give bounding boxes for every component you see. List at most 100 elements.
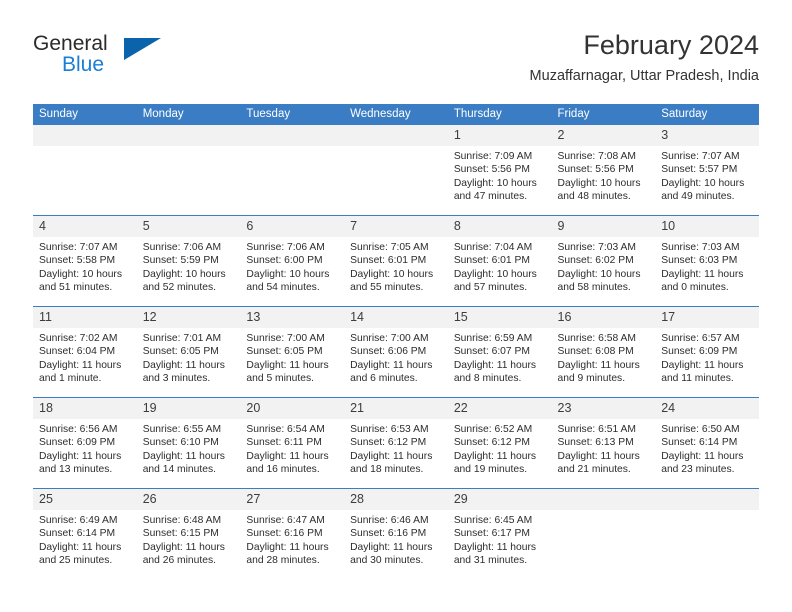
calendar-day-cell[interactable]: 8 Sunrise: 7:04 AM Sunset: 6:01 PM Daylight… — [447, 215, 552, 307]
daylight-text: Daylight: 11 hours and 16 minutes. — [246, 450, 329, 476]
day-details: Sunrise: 6:58 AM Sunset: 6:08 PM Daylight:… — [552, 328, 656, 386]
day-details: Sunrise: 6:47 AM Sunset: 6:16 PM Daylight:… — [240, 510, 344, 568]
weekday-header-row: Sunday Monday Tuesday Wednesday Thursday… — [33, 104, 759, 125]
day-details: Sunrise: 7:06 AM Sunset: 6:00 PM Daylight:… — [240, 237, 344, 295]
daylight-text: Daylight: 11 hours and 14 minutes. — [142, 450, 225, 476]
calendar-day-cell[interactable]: 1 Sunrise: 7:09 AM Sunset: 5:56 PM Daylight… — [447, 125, 552, 216]
calendar-day-cell[interactable]: 12 Sunrise: 7:01 AM Sunset: 6:05 PM Dayligh… — [136, 306, 241, 398]
calendar-day-cell-empty — [240, 125, 345, 216]
calendar-day-cell[interactable]: 29 Sunrise: 6:45 AM Sunset: 6:17 PM Dayligh… — [447, 488, 552, 579]
calendar-day-cell[interactable]: 16 Sunrise: 6:58 AM Sunset: 6:08 PM Dayligh… — [551, 306, 656, 398]
day-number: 10 — [655, 216, 759, 237]
calendar-day-cell[interactable]: 6 Sunrise: 7:06 AM Sunset: 6:00 PM Daylight… — [240, 215, 345, 307]
day-details: Sunrise: 6:53 AM Sunset: 6:12 PM Daylight:… — [344, 419, 448, 477]
sunrise-text: Sunrise: 6:57 AM — [661, 333, 740, 344]
calendar-day-cell[interactable]: 14 Sunrise: 7:00 AM Sunset: 6:06 PM Dayligh… — [344, 306, 448, 398]
sunrise-text: Sunrise: 7:03 AM — [557, 242, 636, 253]
page-title: February 2024 — [583, 30, 759, 60]
day-number: 18 — [33, 398, 137, 419]
sunset-text: Sunset: 6:12 PM — [350, 437, 427, 449]
calendar-day-cell-empty — [33, 125, 137, 216]
calendar-day-cell-empty — [136, 125, 241, 216]
sunset-text: Sunset: 6:01 PM — [453, 255, 530, 267]
calendar-day-cell[interactable]: 15 Sunrise: 6:59 AM Sunset: 6:07 PM Dayligh… — [447, 306, 552, 398]
day-number: 22 — [447, 398, 552, 419]
sunrise-text: Sunrise: 7:06 AM — [246, 242, 325, 253]
calendar-day-cell[interactable]: 4 Sunrise: 7:07 AM Sunset: 5:58 PM Daylight… — [33, 215, 137, 307]
calendar-day-cell[interactable]: 21 Sunrise: 6:53 AM Sunset: 6:12 PM Dayligh… — [344, 397, 448, 489]
calendar-day-cell[interactable]: 17 Sunrise: 6:57 AM Sunset: 6:09 PM Dayligh… — [655, 306, 759, 398]
sunset-text: Sunset: 6:15 PM — [142, 528, 219, 540]
day-number: 26 — [136, 489, 241, 510]
calendar-day-cell-empty — [344, 125, 448, 216]
day-number: 3 — [655, 125, 759, 146]
day-details: Sunrise: 6:50 AM Sunset: 6:14 PM Daylight:… — [655, 419, 759, 477]
sunset-text: Sunset: 6:14 PM — [661, 437, 738, 449]
calendar-day-cell[interactable]: 25 Sunrise: 6:49 AM Sunset: 6:14 PM Dayligh… — [33, 488, 137, 579]
day-number: 15 — [447, 307, 552, 328]
daylight-text: Daylight: 11 hours and 1 minute. — [39, 359, 122, 385]
calendar-day-cell[interactable]: 3 Sunrise: 7:07 AM Sunset: 5:57 PM Daylight… — [655, 125, 759, 216]
sunset-text: Sunset: 6:01 PM — [350, 255, 427, 267]
daylight-text: Daylight: 11 hours and 6 minutes. — [350, 359, 433, 385]
sunset-text: Sunset: 6:05 PM — [246, 346, 323, 358]
day-number: 28 — [344, 489, 448, 510]
calendar-day-cell[interactable]: 10 Sunrise: 7:03 AM Sunset: 6:03 PM Dayligh… — [655, 215, 759, 307]
calendar-week-row: 11 Sunrise: 7:02 AM Sunset: 6:04 PM Dayligh… — [33, 306, 759, 398]
sunset-text: Sunset: 6:16 PM — [246, 528, 323, 540]
sunrise-text: Sunrise: 7:00 AM — [246, 333, 325, 344]
daylight-text: Daylight: 11 hours and 25 minutes. — [39, 541, 122, 567]
sunrise-text: Sunrise: 7:07 AM — [661, 151, 740, 162]
calendar-week-row: 1 Sunrise: 7:09 AM Sunset: 5:56 PM Daylight… — [33, 125, 759, 216]
general-blue-logo: General Blue — [33, 32, 213, 90]
calendar-day-cell[interactable]: 23 Sunrise: 6:51 AM Sunset: 6:13 PM Dayligh… — [551, 397, 656, 489]
calendar-day-cell[interactable]: 20 Sunrise: 6:54 AM Sunset: 6:11 PM Dayligh… — [240, 397, 345, 489]
daylight-text: Daylight: 10 hours and 58 minutes. — [557, 268, 641, 294]
calendar-day-cell[interactable]: 5 Sunrise: 7:06 AM Sunset: 5:59 PM Daylight… — [136, 215, 241, 307]
daylight-text: Daylight: 10 hours and 51 minutes. — [39, 268, 122, 294]
daylight-text: Daylight: 11 hours and 9 minutes. — [557, 359, 640, 385]
sunrise-text: Sunrise: 7:09 AM — [453, 151, 533, 162]
calendar-day-cell[interactable]: 7 Sunrise: 7:05 AM Sunset: 6:01 PM Daylight… — [344, 215, 448, 307]
day-number — [344, 125, 448, 146]
sunset-text: Sunset: 6:12 PM — [453, 437, 530, 449]
sunrise-text: Sunrise: 6:47 AM — [246, 515, 325, 526]
sunrise-text: Sunrise: 6:46 AM — [350, 515, 429, 526]
day-number: 21 — [344, 398, 448, 419]
daylight-text: Daylight: 11 hours and 18 minutes. — [350, 450, 433, 476]
sunset-text: Sunset: 6:16 PM — [350, 528, 427, 540]
calendar-day-cell[interactable]: 24 Sunrise: 6:50 AM Sunset: 6:14 PM Dayligh… — [655, 397, 759, 489]
sunrise-text: Sunrise: 7:03 AM — [661, 242, 740, 253]
day-details: Sunrise: 6:52 AM Sunset: 6:12 PM Daylight:… — [448, 419, 552, 477]
sunset-text: Sunset: 6:03 PM — [661, 255, 738, 267]
day-details: Sunrise: 7:00 AM Sunset: 6:06 PM Daylight:… — [344, 328, 448, 386]
sunrise-text: Sunrise: 6:51 AM — [557, 424, 636, 435]
weekday-header-friday: Friday — [551, 104, 656, 125]
calendar-week-row: 25 Sunrise: 6:49 AM Sunset: 6:14 PM Dayligh… — [33, 488, 759, 579]
daylight-text: Daylight: 10 hours and 48 minutes. — [557, 177, 641, 203]
day-number: 29 — [447, 489, 552, 510]
calendar-day-cell[interactable]: 18 Sunrise: 6:56 AM Sunset: 6:09 PM Dayligh… — [33, 397, 137, 489]
calendar-day-cell[interactable]: 22 Sunrise: 6:52 AM Sunset: 6:12 PM Dayligh… — [447, 397, 552, 489]
daylight-text: Daylight: 10 hours and 54 minutes. — [246, 268, 330, 294]
day-number: 7 — [344, 216, 448, 237]
calendar-day-cell[interactable]: 11 Sunrise: 7:02 AM Sunset: 6:04 PM Dayligh… — [33, 306, 137, 398]
sunset-text: Sunset: 6:00 PM — [246, 255, 323, 267]
sunset-text: Sunset: 6:08 PM — [557, 346, 634, 358]
title-block: February 2024 Muzaffarnagar, Uttar Prade… — [530, 28, 759, 87]
day-details: Sunrise: 7:07 AM Sunset: 5:57 PM Daylight:… — [655, 146, 759, 204]
daylight-text: Daylight: 11 hours and 3 minutes. — [142, 359, 225, 385]
day-number: 12 — [136, 307, 241, 328]
calendar-day-cell[interactable]: 27 Sunrise: 6:47 AM Sunset: 6:16 PM Dayligh… — [240, 488, 345, 579]
day-details: Sunrise: 6:45 AM Sunset: 6:17 PM Daylight:… — [448, 510, 552, 568]
sunrise-text: Sunrise: 7:08 AM — [557, 151, 636, 162]
calendar-day-cell[interactable]: 28 Sunrise: 6:46 AM Sunset: 6:16 PM Dayligh… — [344, 488, 448, 579]
calendar-day-cell[interactable]: 26 Sunrise: 6:48 AM Sunset: 6:15 PM Dayligh… — [136, 488, 241, 579]
sunset-text: Sunset: 6:17 PM — [453, 528, 530, 540]
calendar-day-cell[interactable]: 9 Sunrise: 7:03 AM Sunset: 6:02 PM Daylight… — [551, 215, 656, 307]
day-number: 13 — [240, 307, 345, 328]
calendar-day-cell[interactable]: 13 Sunrise: 7:00 AM Sunset: 6:05 PM Dayligh… — [240, 306, 345, 398]
calendar-day-cell[interactable]: 2 Sunrise: 7:08 AM Sunset: 5:56 PM Daylight… — [551, 125, 656, 216]
calendar-day-cell[interactable]: 19 Sunrise: 6:55 AM Sunset: 6:10 PM Dayligh… — [136, 397, 241, 489]
sunset-text: Sunset: 6:09 PM — [661, 346, 738, 358]
